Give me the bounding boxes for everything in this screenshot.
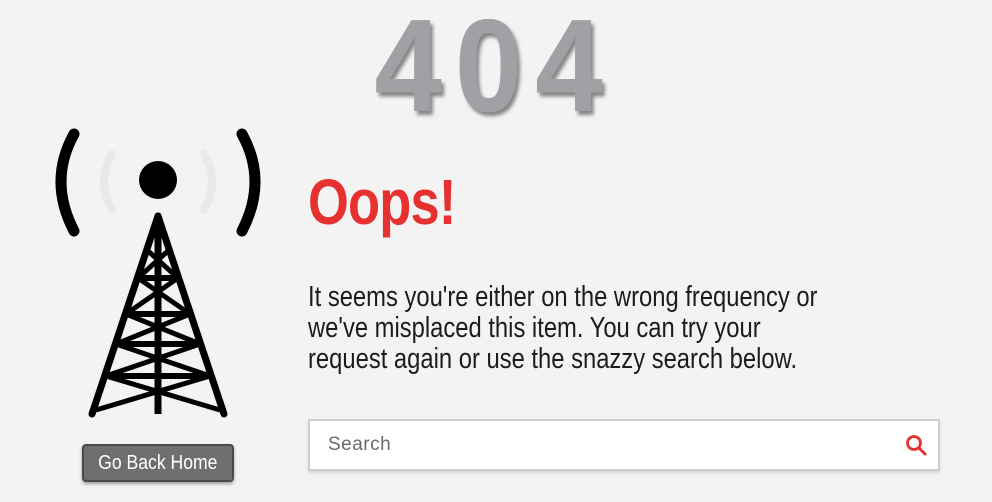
- error-message: It seems you're either on the wrong freq…: [308, 281, 818, 375]
- radio-tower-icon: [55, 128, 261, 418]
- search-box: [308, 419, 940, 471]
- search-input[interactable]: [310, 421, 880, 469]
- search-icon[interactable]: [904, 433, 928, 457]
- oops-heading: Oops!: [308, 166, 456, 238]
- go-back-home-button[interactable]: Go Back Home: [82, 444, 234, 482]
- error-code: 404: [374, 0, 616, 139]
- go-back-home-label: Go Back Home: [98, 452, 218, 474]
